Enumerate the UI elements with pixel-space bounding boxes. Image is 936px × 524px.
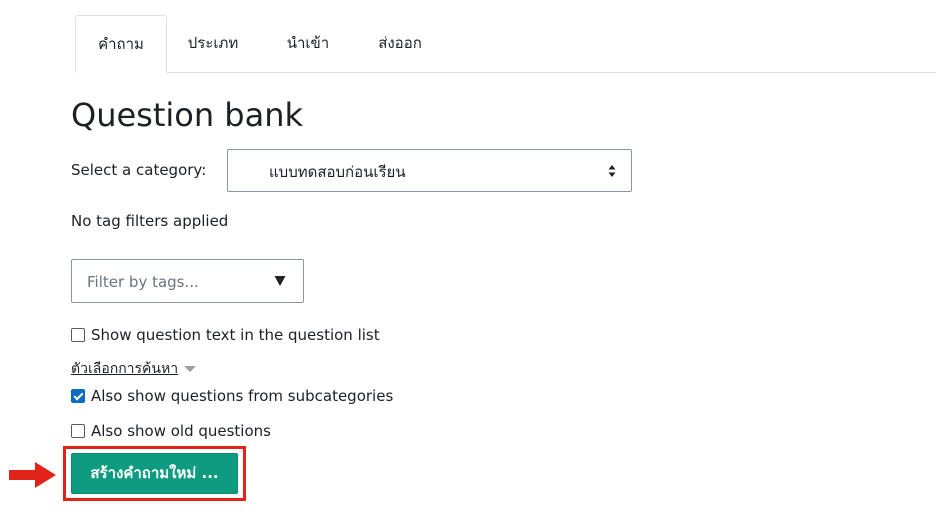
tag-filter-status: No tag filters applied <box>71 212 229 230</box>
create-new-question-button[interactable]: สร้างคำถามใหม่ ... <box>71 453 238 494</box>
subcategories-label: Also show questions from subcategories <box>91 387 394 405</box>
subcategories-option[interactable]: Also show questions from subcategories <box>71 386 393 406</box>
old-questions-label: Also show old questions <box>91 422 271 440</box>
category-label: Select a category: <box>71 161 207 179</box>
tab-import[interactable]: นำเข้า <box>278 15 338 72</box>
tab-questions[interactable]: คำถาม <box>75 15 167 73</box>
tag-filter-placeholder: Filter by tags... <box>87 273 199 291</box>
show-question-text-label: Show question text in the question list <box>91 326 380 344</box>
search-options-label: ตัวเลือกการค้นหา <box>71 361 179 377</box>
tab-export[interactable]: ส่งออก <box>367 15 433 72</box>
show-question-text-option[interactable]: Show question text in the question list <box>71 325 380 345</box>
subcategories-checkbox[interactable] <box>71 389 85 403</box>
old-questions-checkbox[interactable] <box>71 424 85 438</box>
sort-icon <box>608 165 616 177</box>
tag-filter-field[interactable]: Filter by tags... <box>71 259 304 303</box>
old-questions-option[interactable]: Also show old questions <box>71 421 271 441</box>
category-selected-value: แบบทดสอบก่อนเรียน <box>269 163 406 181</box>
category-select[interactable]: แบบทดสอบก่อนเรียน <box>227 149 632 192</box>
show-question-text-checkbox[interactable] <box>71 328 85 342</box>
arrow-right-icon <box>9 462 56 488</box>
question-bank-tabs: คำถาม ประเภท นำเข้า ส่งออก <box>75 15 936 73</box>
tab-categories[interactable]: ประเภท <box>179 15 247 72</box>
caret-down-icon <box>184 366 197 372</box>
page-title: Question bank <box>71 96 304 134</box>
search-options-toggle[interactable]: ตัวเลือกการค้นหา <box>71 360 197 378</box>
dropdown-triangle-icon[interactable] <box>274 274 286 288</box>
